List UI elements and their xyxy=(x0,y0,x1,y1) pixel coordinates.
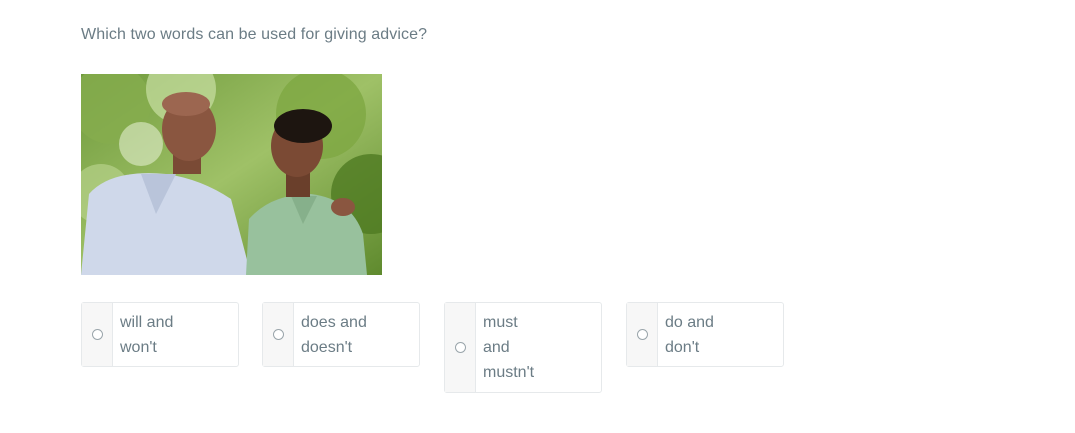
answer-label: must and mustn't xyxy=(483,314,535,381)
radio-column[interactable] xyxy=(627,303,658,366)
radio-column[interactable] xyxy=(82,303,113,366)
question-text: Which two words can be used for giving a… xyxy=(81,26,428,43)
answer-option-1[interactable]: will and won't xyxy=(81,302,239,367)
answer-label: will and won't xyxy=(120,314,174,356)
radio-button[interactable] xyxy=(272,329,284,340)
radio-button[interactable] xyxy=(454,342,466,353)
answer-option-2[interactable]: does and doesn't xyxy=(262,302,420,367)
radio-button[interactable] xyxy=(636,329,648,340)
radio-button[interactable] xyxy=(91,329,103,340)
radio-column[interactable] xyxy=(445,303,476,392)
answer-option-4[interactable]: do and don't xyxy=(626,302,784,367)
question-image xyxy=(81,74,382,275)
radio-column[interactable] xyxy=(263,303,294,366)
answer-label: does and doesn't xyxy=(301,314,367,356)
answer-option-3[interactable]: must and mustn't xyxy=(444,302,602,393)
answer-label: do and don't xyxy=(665,314,714,356)
